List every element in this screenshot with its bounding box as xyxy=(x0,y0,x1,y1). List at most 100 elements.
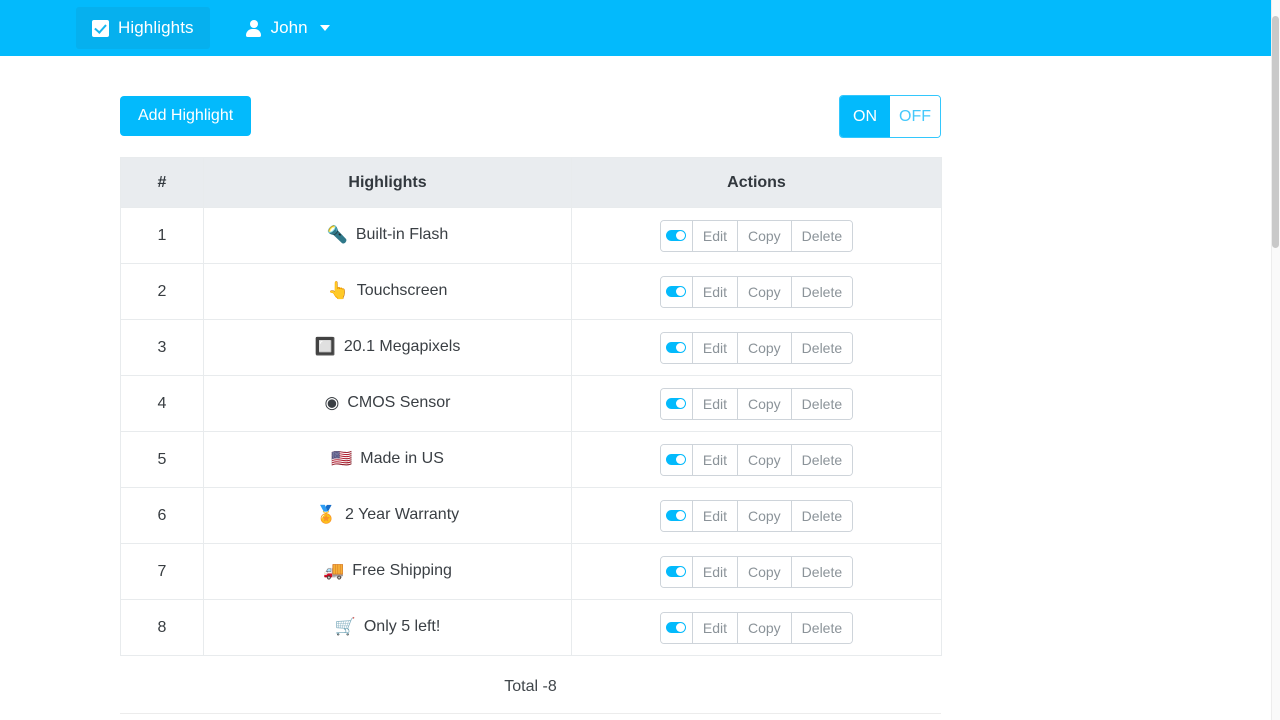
row-number: 6 xyxy=(121,488,204,544)
delete-button[interactable]: Delete xyxy=(792,445,852,475)
edit-button[interactable]: Edit xyxy=(693,333,738,363)
delete-button[interactable]: Delete xyxy=(792,501,852,531)
row-number: 7 xyxy=(121,544,204,600)
delete-button[interactable]: Delete xyxy=(792,277,852,307)
highlight-name-cell: 🚚Free Shipping xyxy=(204,544,572,600)
toggle-switch-icon xyxy=(666,454,686,465)
delete-button[interactable]: Delete xyxy=(792,333,852,363)
table-row: 1 🔦 Built-in Flash EditCopyDelete xyxy=(121,208,942,264)
edit-button[interactable]: Edit xyxy=(693,501,738,531)
toggle-off-option[interactable]: OFF xyxy=(890,96,940,137)
copy-button[interactable]: Copy xyxy=(738,333,792,363)
highlight-label: 🔲20.1 Megapixels xyxy=(315,338,461,356)
highlight-label: 👆 Touchscreen xyxy=(328,282,448,300)
copy-button[interactable]: Copy xyxy=(738,221,792,251)
row-enable-toggle[interactable] xyxy=(661,557,693,587)
row-number: 1 xyxy=(121,208,204,264)
toolbar: Add Highlight ON OFF xyxy=(120,96,941,157)
highlight-text: Made in US xyxy=(360,450,444,468)
edit-button[interactable]: Edit xyxy=(693,221,738,251)
highlight-name-cell: 👆 Touchscreen xyxy=(204,264,572,320)
checkbox-checked-icon xyxy=(92,20,109,37)
highlight-label: 🛒Only 5 left! xyxy=(335,618,441,636)
cart-icon: 🛒 xyxy=(335,618,356,635)
copy-button[interactable]: Copy xyxy=(738,445,792,475)
user-icon xyxy=(245,19,263,37)
delete-button[interactable]: Delete xyxy=(792,221,852,251)
us-flag-icon: 🇺🇸 xyxy=(331,450,352,467)
row-enable-toggle[interactable] xyxy=(661,277,693,307)
actions-cell: EditCopyDelete xyxy=(572,376,942,432)
medal-icon: 🏅 xyxy=(316,506,337,523)
row-enable-toggle[interactable] xyxy=(661,389,693,419)
highlight-text: 2 Year Warranty xyxy=(345,506,459,524)
action-button-group: EditCopyDelete xyxy=(660,388,853,420)
delete-button[interactable]: Delete xyxy=(792,557,852,587)
table-row: 6 🏅 2 Year Warranty EditCopyDelete xyxy=(121,488,942,544)
user-menu-label: John xyxy=(271,18,308,38)
actions-cell: EditCopyDelete xyxy=(572,544,942,600)
row-enable-toggle[interactable] xyxy=(661,613,693,643)
highlight-name-cell: ◉CMOS Sensor xyxy=(204,376,572,432)
toggle-switch-icon xyxy=(666,622,686,633)
table-row: 4◉CMOS SensorEditCopyDelete xyxy=(121,376,942,432)
highlight-name-cell: 🛒Only 5 left! xyxy=(204,600,572,656)
action-button-group: EditCopyDelete xyxy=(660,276,853,308)
edit-button[interactable]: Edit xyxy=(693,445,738,475)
actions-cell: EditCopyDelete xyxy=(572,488,942,544)
toggle-switch-icon xyxy=(666,566,686,577)
delete-button[interactable]: Delete xyxy=(792,613,852,643)
highlight-label: 🏅 2 Year Warranty xyxy=(316,506,459,524)
edit-button[interactable]: Edit xyxy=(693,389,738,419)
tab-highlights[interactable]: Highlights xyxy=(76,7,210,49)
row-enable-toggle[interactable] xyxy=(661,501,693,531)
user-menu[interactable]: John xyxy=(241,7,334,49)
table-header-row: # Highlights Actions xyxy=(121,158,942,208)
highlight-text: Free Shipping xyxy=(352,562,452,580)
edit-button[interactable]: Edit xyxy=(693,613,738,643)
table-row: 3🔲20.1 MegapixelsEditCopyDelete xyxy=(121,320,942,376)
highlight-text: Touchscreen xyxy=(357,282,448,300)
flashlight-icon: 🔦 xyxy=(327,226,348,243)
highlight-name-cell: 🔦 Built-in Flash xyxy=(204,208,572,264)
table-row: 7🚚Free ShippingEditCopyDelete xyxy=(121,544,942,600)
highlight-text: CMOS Sensor xyxy=(347,394,450,412)
row-enable-toggle[interactable] xyxy=(661,333,693,363)
page-scrollbar-track[interactable] xyxy=(1271,0,1280,720)
page-root: Highlights John Add Highlight ON OFF xyxy=(0,0,1280,720)
table-row: 5 🇺🇸 Made in US EditCopyDelete xyxy=(121,432,942,488)
bottom-divider xyxy=(120,713,941,714)
action-button-group: EditCopyDelete xyxy=(660,220,853,252)
table-header: # Highlights Actions xyxy=(121,158,942,208)
toggle-switch-icon xyxy=(666,398,686,409)
copy-button[interactable]: Copy xyxy=(738,501,792,531)
toggle-switch-icon xyxy=(666,286,686,297)
copy-button[interactable]: Copy xyxy=(738,277,792,307)
edit-button[interactable]: Edit xyxy=(693,277,738,307)
highlight-name-cell: 🏅 2 Year Warranty xyxy=(204,488,572,544)
add-highlight-button[interactable]: Add Highlight xyxy=(120,96,251,136)
action-button-group: EditCopyDelete xyxy=(660,332,853,364)
toggle-on-option[interactable]: ON xyxy=(840,96,890,137)
actions-cell: EditCopyDelete xyxy=(572,600,942,656)
action-button-group: EditCopyDelete xyxy=(660,612,853,644)
table-body: 1🔦Built-in FlashEditCopyDelete2👆Touchscr… xyxy=(121,208,942,656)
actions-cell: EditCopyDelete xyxy=(572,208,942,264)
copy-button[interactable]: Copy xyxy=(738,389,792,419)
page-scrollbar-thumb[interactable] xyxy=(1272,16,1279,248)
on-off-toggle-group[interactable]: ON OFF xyxy=(839,95,941,138)
delete-button[interactable]: Delete xyxy=(792,389,852,419)
copy-button[interactable]: Copy xyxy=(738,613,792,643)
copy-button[interactable]: Copy xyxy=(738,557,792,587)
row-enable-toggle[interactable] xyxy=(661,221,693,251)
total-count-label: Total -8 xyxy=(120,678,941,696)
toggle-switch-icon xyxy=(666,230,686,241)
edit-button[interactable]: Edit xyxy=(693,557,738,587)
row-number: 2 xyxy=(121,264,204,320)
row-number: 5 xyxy=(121,432,204,488)
row-enable-toggle[interactable] xyxy=(661,445,693,475)
table-row: 8🛒Only 5 left!EditCopyDelete xyxy=(121,600,942,656)
highlight-text: Built-in Flash xyxy=(356,226,448,244)
action-button-group: EditCopyDelete xyxy=(660,500,853,532)
pointing-finger-icon: 👆 xyxy=(328,282,349,299)
